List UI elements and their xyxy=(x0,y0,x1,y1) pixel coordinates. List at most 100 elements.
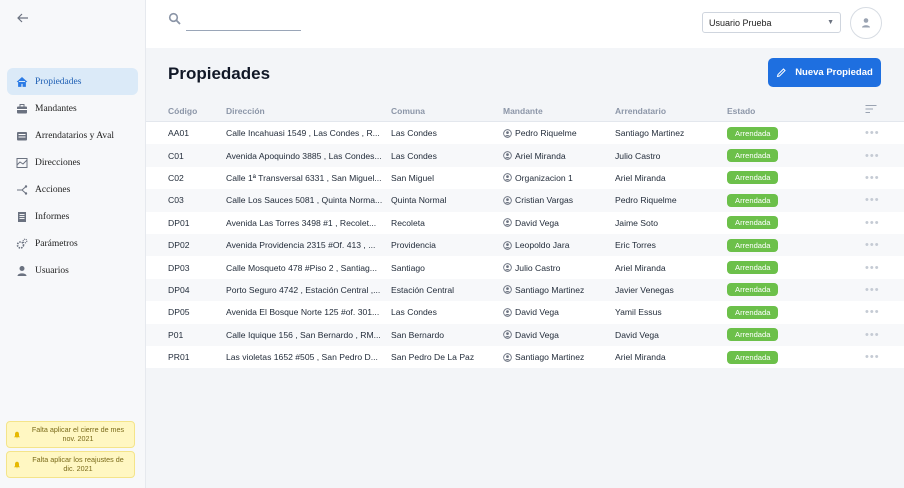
alerts-panel: Falta aplicar el cierre de mes nov. 2021… xyxy=(6,421,135,481)
cell-estado: Arrendada xyxy=(727,305,865,319)
table-row[interactable]: DP01 Avenida Las Torres 3498 #1 , Recolet… xyxy=(146,211,904,234)
column-header-estado[interactable]: Estado xyxy=(727,106,865,116)
cell-direccion: Calle Iquique 156 , San Bernardo , RM... xyxy=(226,329,381,340)
cell-codigo: DP05 xyxy=(168,307,190,318)
cell-codigo: P01 xyxy=(168,329,184,340)
cell-estado: Arrendada xyxy=(727,193,865,207)
avatar[interactable] xyxy=(850,7,882,39)
cell-estado: Arrendada xyxy=(727,216,865,230)
cell-arrendatario: David Vega xyxy=(615,329,659,340)
column-header-direccion[interactable]: Dirección xyxy=(226,106,391,116)
column-header-arrendatario[interactable]: Arrendatario xyxy=(615,106,727,116)
cell-arrendatario: Javier Venegas xyxy=(615,284,674,295)
cell-mandante: Organizacion 1 xyxy=(503,173,615,183)
sidebar-item-mandantes[interactable]: Mandantes xyxy=(7,95,138,122)
mandante-name: David Vega xyxy=(515,217,559,228)
mandante-name: David Vega xyxy=(515,329,559,340)
cell-comuna: San Miguel xyxy=(391,172,434,183)
user-circle-icon xyxy=(503,196,512,205)
user-circle-icon xyxy=(503,307,512,317)
back-arrow-icon[interactable] xyxy=(14,10,32,26)
cell-arrendatario: Jaime Soto xyxy=(615,217,658,228)
row-actions-icon[interactable]: ••• xyxy=(865,284,893,296)
sidebar-item-informes[interactable]: Informes xyxy=(7,203,138,230)
row-actions-icon[interactable]: ••• xyxy=(865,351,893,363)
row-actions-icon[interactable]: ••• xyxy=(865,306,893,318)
row-actions-icon[interactable]: ••• xyxy=(865,217,893,229)
page-title: Propiedades xyxy=(168,64,271,83)
main-panel: Propiedades Nueva Propiedad Código Direc… xyxy=(146,48,904,488)
table-row[interactable]: DP02 Avenida Providencia 2315 #Of. 413 , … xyxy=(146,233,904,257)
cell-arrendatario: Ariel Miranda xyxy=(615,262,666,273)
sidebar-item-label: Mandantes xyxy=(35,103,77,114)
alert-reajustes[interactable]: Falta aplicar los reajustes de dic. 2021 xyxy=(6,451,135,478)
cell-direccion: Calle 1ª Transversal 6331 , San Miguel..… xyxy=(226,172,382,183)
cell-mandante: David Vega xyxy=(503,330,615,340)
cell-arrendatario: Pedro Riquelme xyxy=(615,195,677,206)
table-row[interactable]: C01 Avenida Apoquindo 3885 , Las Condes..… xyxy=(146,144,904,167)
table-row[interactable]: P01 Calle Iquique 156 , San Bernardo , RM… xyxy=(146,323,904,346)
sidebar-item-arrendatarios[interactable]: Arrendatarios y Aval xyxy=(7,122,138,149)
status-badge: Arrendada xyxy=(727,126,779,140)
row-actions-icon[interactable]: ••• xyxy=(865,150,893,162)
table-row[interactable]: C03 Calle Los Sauces 5081 , Quinta Norma.… xyxy=(146,189,904,212)
user-select[interactable]: Usuario Prueba ▼ xyxy=(702,12,841,33)
table-row[interactable]: DP04 Porto Seguro 4742 , Estación Central… xyxy=(146,278,904,302)
cell-codigo: DP02 xyxy=(168,240,190,251)
row-actions-icon[interactable]: ••• xyxy=(865,329,893,341)
cell-direccion: Las violetas 1652 #505 , San Pedro D... xyxy=(226,352,378,363)
sidebar-item-label: Informes xyxy=(35,211,70,222)
user-circle-icon xyxy=(503,330,512,340)
cell-mandante: Cristian Vargas xyxy=(503,195,615,205)
briefcase-icon xyxy=(15,102,29,116)
cell-direccion: Calle Mosqueto 478 #Piso 2 , Santiag... xyxy=(226,262,377,273)
user-circle-icon xyxy=(503,218,512,228)
cell-mandante: Julio Castro xyxy=(503,263,615,273)
cell-comuna: Estación Central xyxy=(391,284,455,295)
table-row[interactable]: AA01 Calle Incahuasi 1549 , Las Condes , … xyxy=(146,122,904,145)
table-row[interactable]: DP05 Avenida El Bosque Norte 125 #of. 301… xyxy=(146,301,904,324)
status-badge: Arrendada xyxy=(727,149,779,163)
new-property-button[interactable]: Nueva Propiedad xyxy=(768,58,881,87)
table-body: AA01 Calle Incahuasi 1549 , Las Condes , … xyxy=(146,122,904,369)
column-header-comuna[interactable]: Comuna xyxy=(391,106,503,116)
sidebar-item-acciones[interactable]: Acciones xyxy=(7,176,138,203)
column-header-mandante[interactable]: Mandante xyxy=(503,106,615,116)
alert-text: Falta aplicar el cierre de mes nov. 2021 xyxy=(31,425,125,443)
row-actions-icon[interactable]: ••• xyxy=(865,127,893,139)
cell-codigo: C02 xyxy=(168,172,184,183)
cell-codigo: C01 xyxy=(168,150,184,161)
sidebar-item-label: Parámetros xyxy=(35,238,78,249)
row-actions-icon[interactable]: ••• xyxy=(865,194,893,206)
alert-cierre-mes[interactable]: Falta aplicar el cierre de mes nov. 2021 xyxy=(6,421,135,448)
table-row[interactable]: DP03 Calle Mosqueto 478 #Piso 2 , Santiag… xyxy=(146,256,904,279)
cell-mandante: Leopoldo Jara xyxy=(503,240,615,250)
sidebar-item-label: Usuarios xyxy=(35,265,69,276)
sidebar-item-parametros[interactable]: Parámetros xyxy=(7,230,138,257)
table-row[interactable]: PR01 Las violetas 1652 #505 , San Pedro D… xyxy=(146,345,904,369)
user-icon xyxy=(15,264,29,278)
sort-icon[interactable] xyxy=(865,104,893,117)
cell-mandante: David Vega xyxy=(503,218,615,228)
mandante-name: Santiago Martinez xyxy=(515,352,585,363)
cell-comuna: San Bernardo xyxy=(391,329,445,340)
mandante-name: Julio Castro xyxy=(515,262,561,273)
column-header-codigo[interactable]: Código xyxy=(146,106,226,116)
gears-icon xyxy=(15,237,29,251)
status-badge: Arrendada xyxy=(727,328,779,342)
row-actions-icon[interactable]: ••• xyxy=(865,172,893,184)
bell-icon xyxy=(12,430,22,440)
row-actions-icon[interactable]: ••• xyxy=(865,262,893,274)
sidebar-item-direcciones[interactable]: Direcciones xyxy=(7,149,138,176)
cell-direccion: Calle Incahuasi 1549 , Las Condes , R... xyxy=(226,128,380,139)
row-actions-icon[interactable]: ••• xyxy=(865,239,893,251)
status-badge: Arrendada xyxy=(727,238,779,252)
table-row[interactable]: C02 Calle 1ª Transversal 6331 , San Migue… xyxy=(146,166,904,190)
status-badge: Arrendada xyxy=(727,193,779,207)
sidebar-item-usuarios[interactable]: Usuarios xyxy=(7,257,138,284)
app-root: Propiedades Mandantes Arrendatarios y Av… xyxy=(0,0,904,488)
cell-direccion: Avenida Providencia 2315 #Of. 413 , ... xyxy=(226,240,376,251)
status-badge: Arrendada xyxy=(727,283,779,297)
sidebar-item-propiedades[interactable]: Propiedades xyxy=(7,68,138,95)
search-input[interactable] xyxy=(186,14,301,31)
